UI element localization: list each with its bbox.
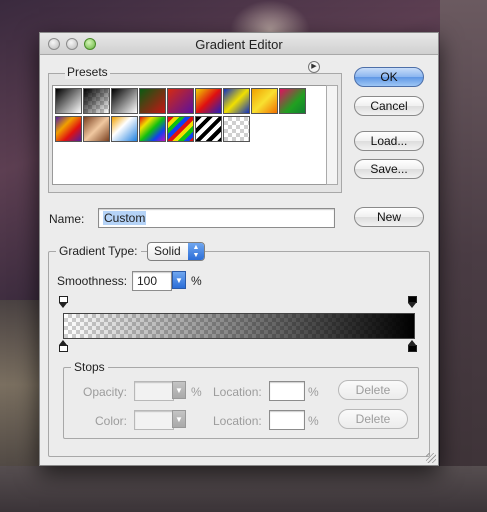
- preset-swatch[interactable]: [223, 88, 250, 114]
- color-location-field[interactable]: [269, 410, 305, 430]
- chevron-down-icon[interactable]: ▼: [172, 271, 186, 289]
- opacity-location-unit: %: [308, 385, 319, 399]
- name-label: Name:: [49, 212, 85, 226]
- gradient-preview-bar[interactable]: [63, 313, 415, 339]
- presets-label: Presets: [65, 65, 110, 79]
- presets-scrollbar[interactable]: [326, 85, 338, 185]
- gradient-type-label: Gradient Type:: [56, 244, 141, 258]
- preset-swatch[interactable]: [139, 88, 166, 114]
- preset-swatch[interactable]: [167, 88, 194, 114]
- chevron-down-icon[interactable]: ▼: [172, 410, 186, 428]
- preset-swatch[interactable]: [139, 116, 166, 142]
- preset-swatch[interactable]: [167, 116, 194, 142]
- opacity-field[interactable]: [134, 381, 174, 401]
- name-field[interactable]: Custom: [98, 208, 335, 228]
- chevron-down-icon[interactable]: ▼: [172, 381, 186, 399]
- opacity-unit: %: [191, 385, 202, 399]
- preset-swatch[interactable]: [55, 88, 82, 114]
- preset-swatch[interactable]: [111, 116, 138, 142]
- opacity-location-label: Location:: [213, 385, 262, 399]
- color-stop-start[interactable]: [59, 340, 68, 352]
- smoothness-field[interactable]: 100: [132, 271, 172, 291]
- stop-pointer-icon: [59, 303, 67, 308]
- preset-swatch[interactable]: [83, 116, 110, 142]
- stops-label: Stops: [71, 360, 108, 374]
- flyout-menu-icon[interactable]: ▶: [308, 61, 320, 73]
- preset-swatch[interactable]: [195, 116, 222, 142]
- gradient-type-value: Solid: [154, 244, 181, 258]
- color-stop-end[interactable]: [408, 340, 417, 352]
- stop-marker-icon: [59, 296, 68, 303]
- background-wall: [440, 0, 487, 512]
- preset-swatch[interactable]: [223, 116, 250, 142]
- updown-arrows-icon: ▲ ▼: [188, 243, 204, 260]
- presets-swatch-grid: [52, 85, 338, 185]
- color-location-unit: %: [308, 414, 319, 428]
- smoothness-unit: %: [191, 274, 202, 288]
- delete-color-stop-button[interactable]: Delete: [338, 409, 408, 429]
- color-swatch[interactable]: [134, 410, 174, 430]
- cancel-button[interactable]: Cancel: [354, 96, 424, 116]
- preset-swatch[interactable]: [83, 88, 110, 114]
- gradient-editor-dialog: Gradient Editor Presets ▶ OK Cancel Load…: [39, 32, 439, 466]
- opacity-stop-start[interactable]: [59, 296, 68, 308]
- delete-opacity-stop-button[interactable]: Delete: [338, 380, 408, 400]
- preset-swatch[interactable]: [251, 88, 278, 114]
- gradient-fill: [64, 314, 414, 338]
- new-button[interactable]: New: [354, 207, 424, 227]
- preset-swatch[interactable]: [111, 88, 138, 114]
- name-value: Custom: [103, 211, 147, 225]
- smoothness-label: Smoothness:: [57, 274, 128, 288]
- stop-marker-icon: [408, 345, 417, 352]
- ok-button[interactable]: OK: [354, 67, 424, 87]
- opacity-location-field[interactable]: [269, 381, 305, 401]
- load-button[interactable]: Load...: [354, 131, 424, 151]
- preset-swatch[interactable]: [195, 88, 222, 114]
- stop-marker-icon: [59, 345, 68, 352]
- color-location-label: Location:: [213, 414, 262, 428]
- background-floor: [0, 466, 487, 512]
- preset-swatch[interactable]: [279, 88, 306, 114]
- opacity-label: Opacity:: [83, 385, 128, 399]
- window-title: Gradient Editor: [195, 37, 283, 52]
- opacity-stop-end[interactable]: [408, 296, 417, 308]
- stop-pointer-icon: [408, 303, 416, 308]
- preset-swatch[interactable]: [55, 116, 82, 142]
- title-bar[interactable]: Gradient Editor: [40, 33, 438, 55]
- resize-grip-icon[interactable]: [426, 453, 436, 463]
- save-button[interactable]: Save...: [354, 159, 424, 179]
- color-label: Color:: [95, 414, 128, 428]
- stop-marker-icon: [408, 296, 417, 303]
- gradient-type-select[interactable]: Solid ▲ ▼: [147, 242, 205, 261]
